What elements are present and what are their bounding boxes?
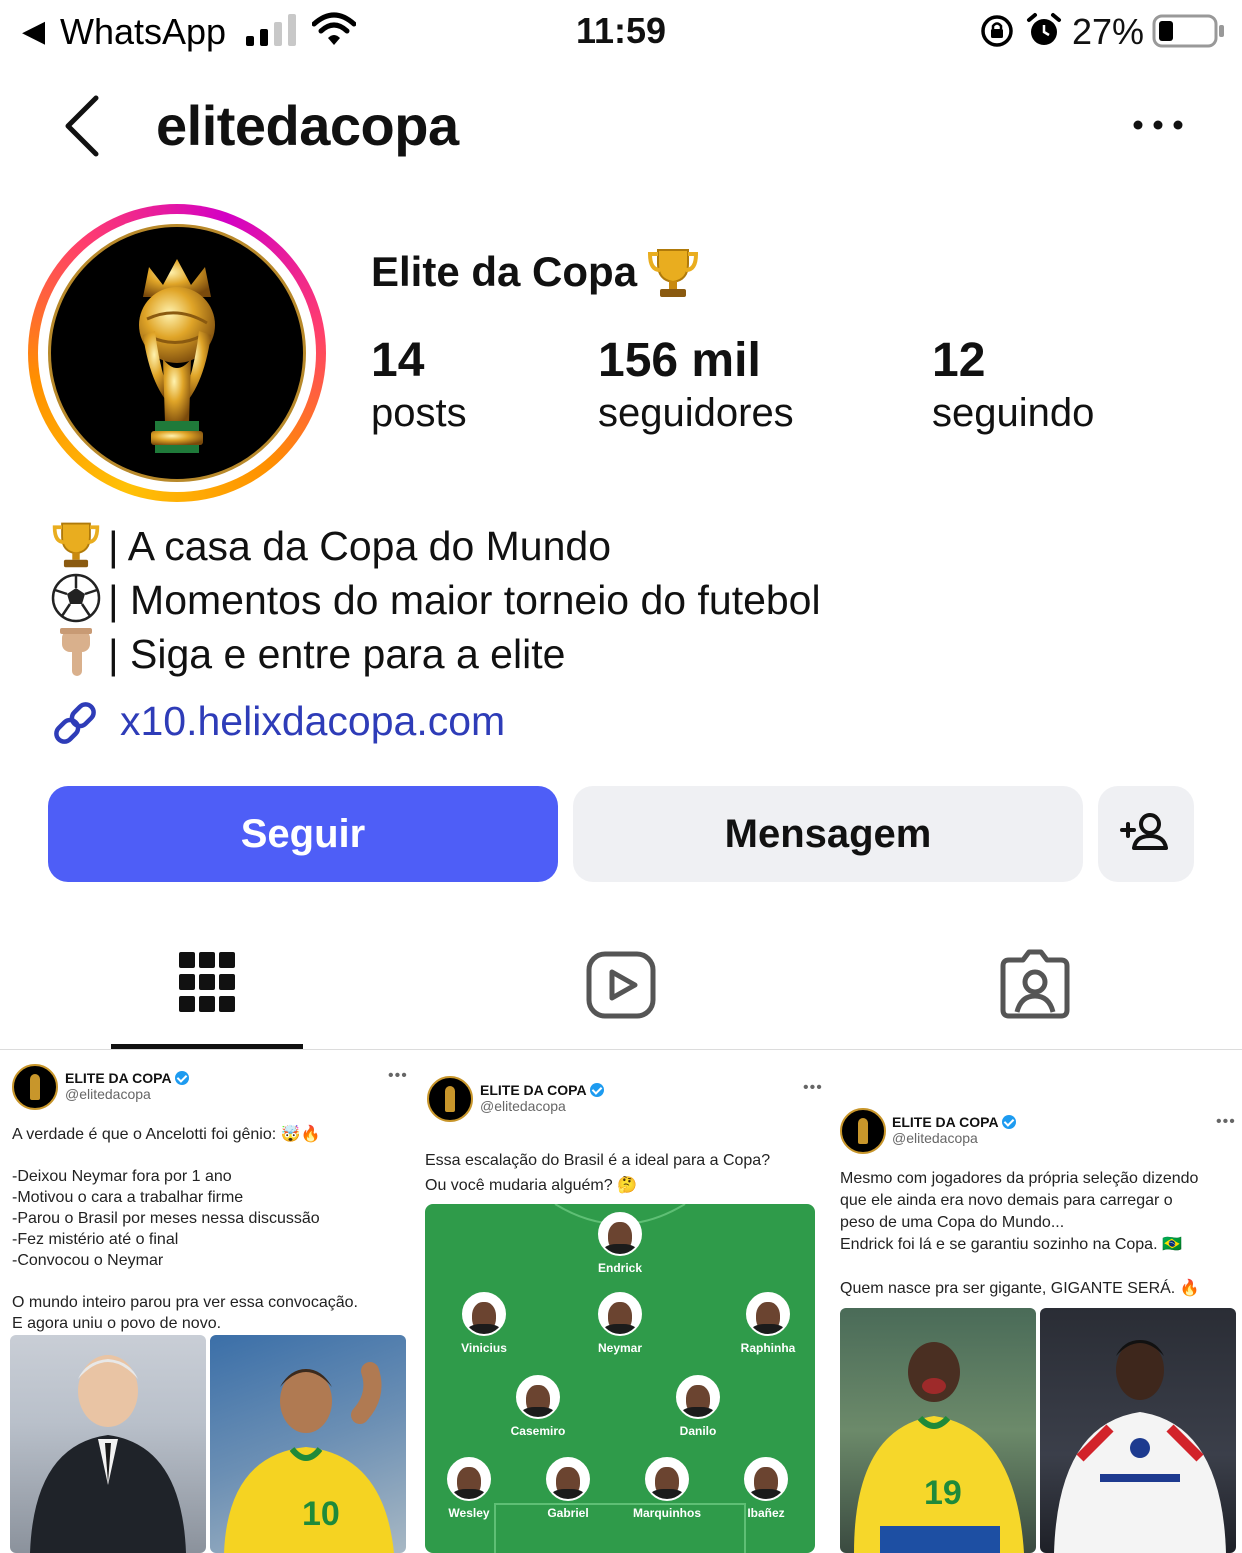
lineup-player: Gabriel [518,1457,618,1521]
endrick-lyon-photo [1040,1308,1236,1553]
follow-button[interactable]: Seguir [48,786,558,882]
profile-avatar[interactable] [48,224,306,482]
ancelotti-photo [10,1335,206,1553]
followers-count-value: 156 mil [598,334,761,387]
lineup-player: Neymar [570,1292,670,1356]
following-count-value: 12 [932,334,986,387]
message-button[interactable]: Mensagem [573,786,1083,882]
endrick-brazil-photo: 19 [840,1308,1036,1553]
posts-count-value: 14 [371,334,425,387]
post-avatar [840,1108,886,1154]
svg-text:10: 10 [302,1495,340,1533]
rotation-lock-icon [981,15,1013,47]
posts-count[interactable]: 14 posts [371,334,467,438]
following-count-label: seguindo [932,391,1095,435]
post-text: A verdade é que o Ancelotti foi gênio: 🤯… [12,1126,358,1332]
followers-count[interactable]: 156 mil seguidores [598,334,794,438]
verified-badge-icon [589,1083,604,1097]
back-arrow-icon[interactable] [58,94,106,158]
story-ring[interactable] [28,204,326,502]
lineup-pitch: Endrick Vinicius Neymar Raphinha Casemir… [425,1204,815,1553]
post-avatar [12,1064,58,1110]
link-icon [54,702,96,744]
followers-count-label: seguidores [598,391,794,435]
status-bar: ◀ WhatsApp 11:59 27% [0,0,1242,64]
lineup-player: Danilo [648,1375,748,1439]
post-thumbnail[interactable]: ELITE DA COPA @elitedacopa ••• A verdade… [0,1052,412,1553]
lineup-player: Raphinha [718,1292,815,1356]
suggest-accounts-button[interactable] [1098,786,1194,882]
grid-tab-icon[interactable] [167,946,247,1026]
profile-username: elitedacopa [156,94,459,157]
lineup-player: Endrick [570,1212,670,1276]
post-more-icon: ••• [803,1079,823,1096]
post-handle: @elitedacopa [65,1086,151,1102]
bio-text: | Momentos do maior torneio do futebol [108,577,821,623]
verified-badge-icon [1001,1115,1016,1129]
bio-line: | Momentos do maior torneio do futebol [50,572,821,626]
bio-line: | A casa da Copa do Mundo [50,518,611,572]
svg-text:19: 19 [924,1474,962,1512]
pointing-down-icon [60,628,92,676]
posts-count-label: posts [371,391,467,435]
trophy-icon [52,522,100,568]
battery-icon [1152,14,1224,48]
lineup-player: Ibañez [716,1457,815,1521]
tabs-divider [0,1049,1242,1050]
neymar-photo: 10 [210,1335,406,1553]
trophy-icon [647,249,699,297]
reels-tab-icon[interactable] [581,946,661,1026]
post-avatar [427,1076,473,1122]
verified-badge-icon [174,1071,189,1085]
alarm-icon [1027,13,1061,45]
post-more-icon: ••• [1216,1113,1236,1130]
post-handle: @elitedacopa [480,1098,566,1114]
tagged-tab-icon[interactable] [995,946,1075,1026]
post-account-name: ELITE DA COPA [65,1070,189,1086]
post-text: Mesmo com jogadores da própria seleção d… [840,1170,1200,1297]
more-options-icon[interactable] [1130,110,1186,140]
post-account-name: ELITE DA COPA [892,1114,1016,1130]
bio-text: | A casa da Copa do Mundo [108,523,612,569]
following-count[interactable]: 12 seguindo [932,334,1094,438]
post-handle: @elitedacopa [892,1130,978,1146]
post-more-icon: ••• [388,1067,408,1084]
bio-text: | Siga e entre para a elite [108,631,566,677]
lineup-player: Vinicius [434,1292,534,1356]
lineup-player: Marquinhos [617,1457,717,1521]
post-thumbnail[interactable]: ELITE DA COPA @elitedacopa ••• Essa esca… [415,1052,827,1553]
post-account-name: ELITE DA COPA [480,1082,604,1098]
display-name: Elite da Copa [371,248,638,295]
battery-percentage: 27% [1072,11,1145,52]
post-thumbnail[interactable]: ELITE DA COPA @elitedacopa ••• Mesmo com… [830,1052,1242,1553]
lineup-player: Wesley [425,1457,519,1521]
profile-link-text[interactable]: x10.helixdacopa.com [120,694,505,748]
world-cup-trophy-image [139,259,215,453]
lineup-player: Casemiro [488,1375,588,1439]
post-text: Essa escalação do Brasil é a ideal para … [425,1152,771,1194]
add-person-icon [1120,813,1168,850]
soccer-ball-icon [51,573,101,623]
bio-line: | Siga e entre para a elite [50,626,565,680]
